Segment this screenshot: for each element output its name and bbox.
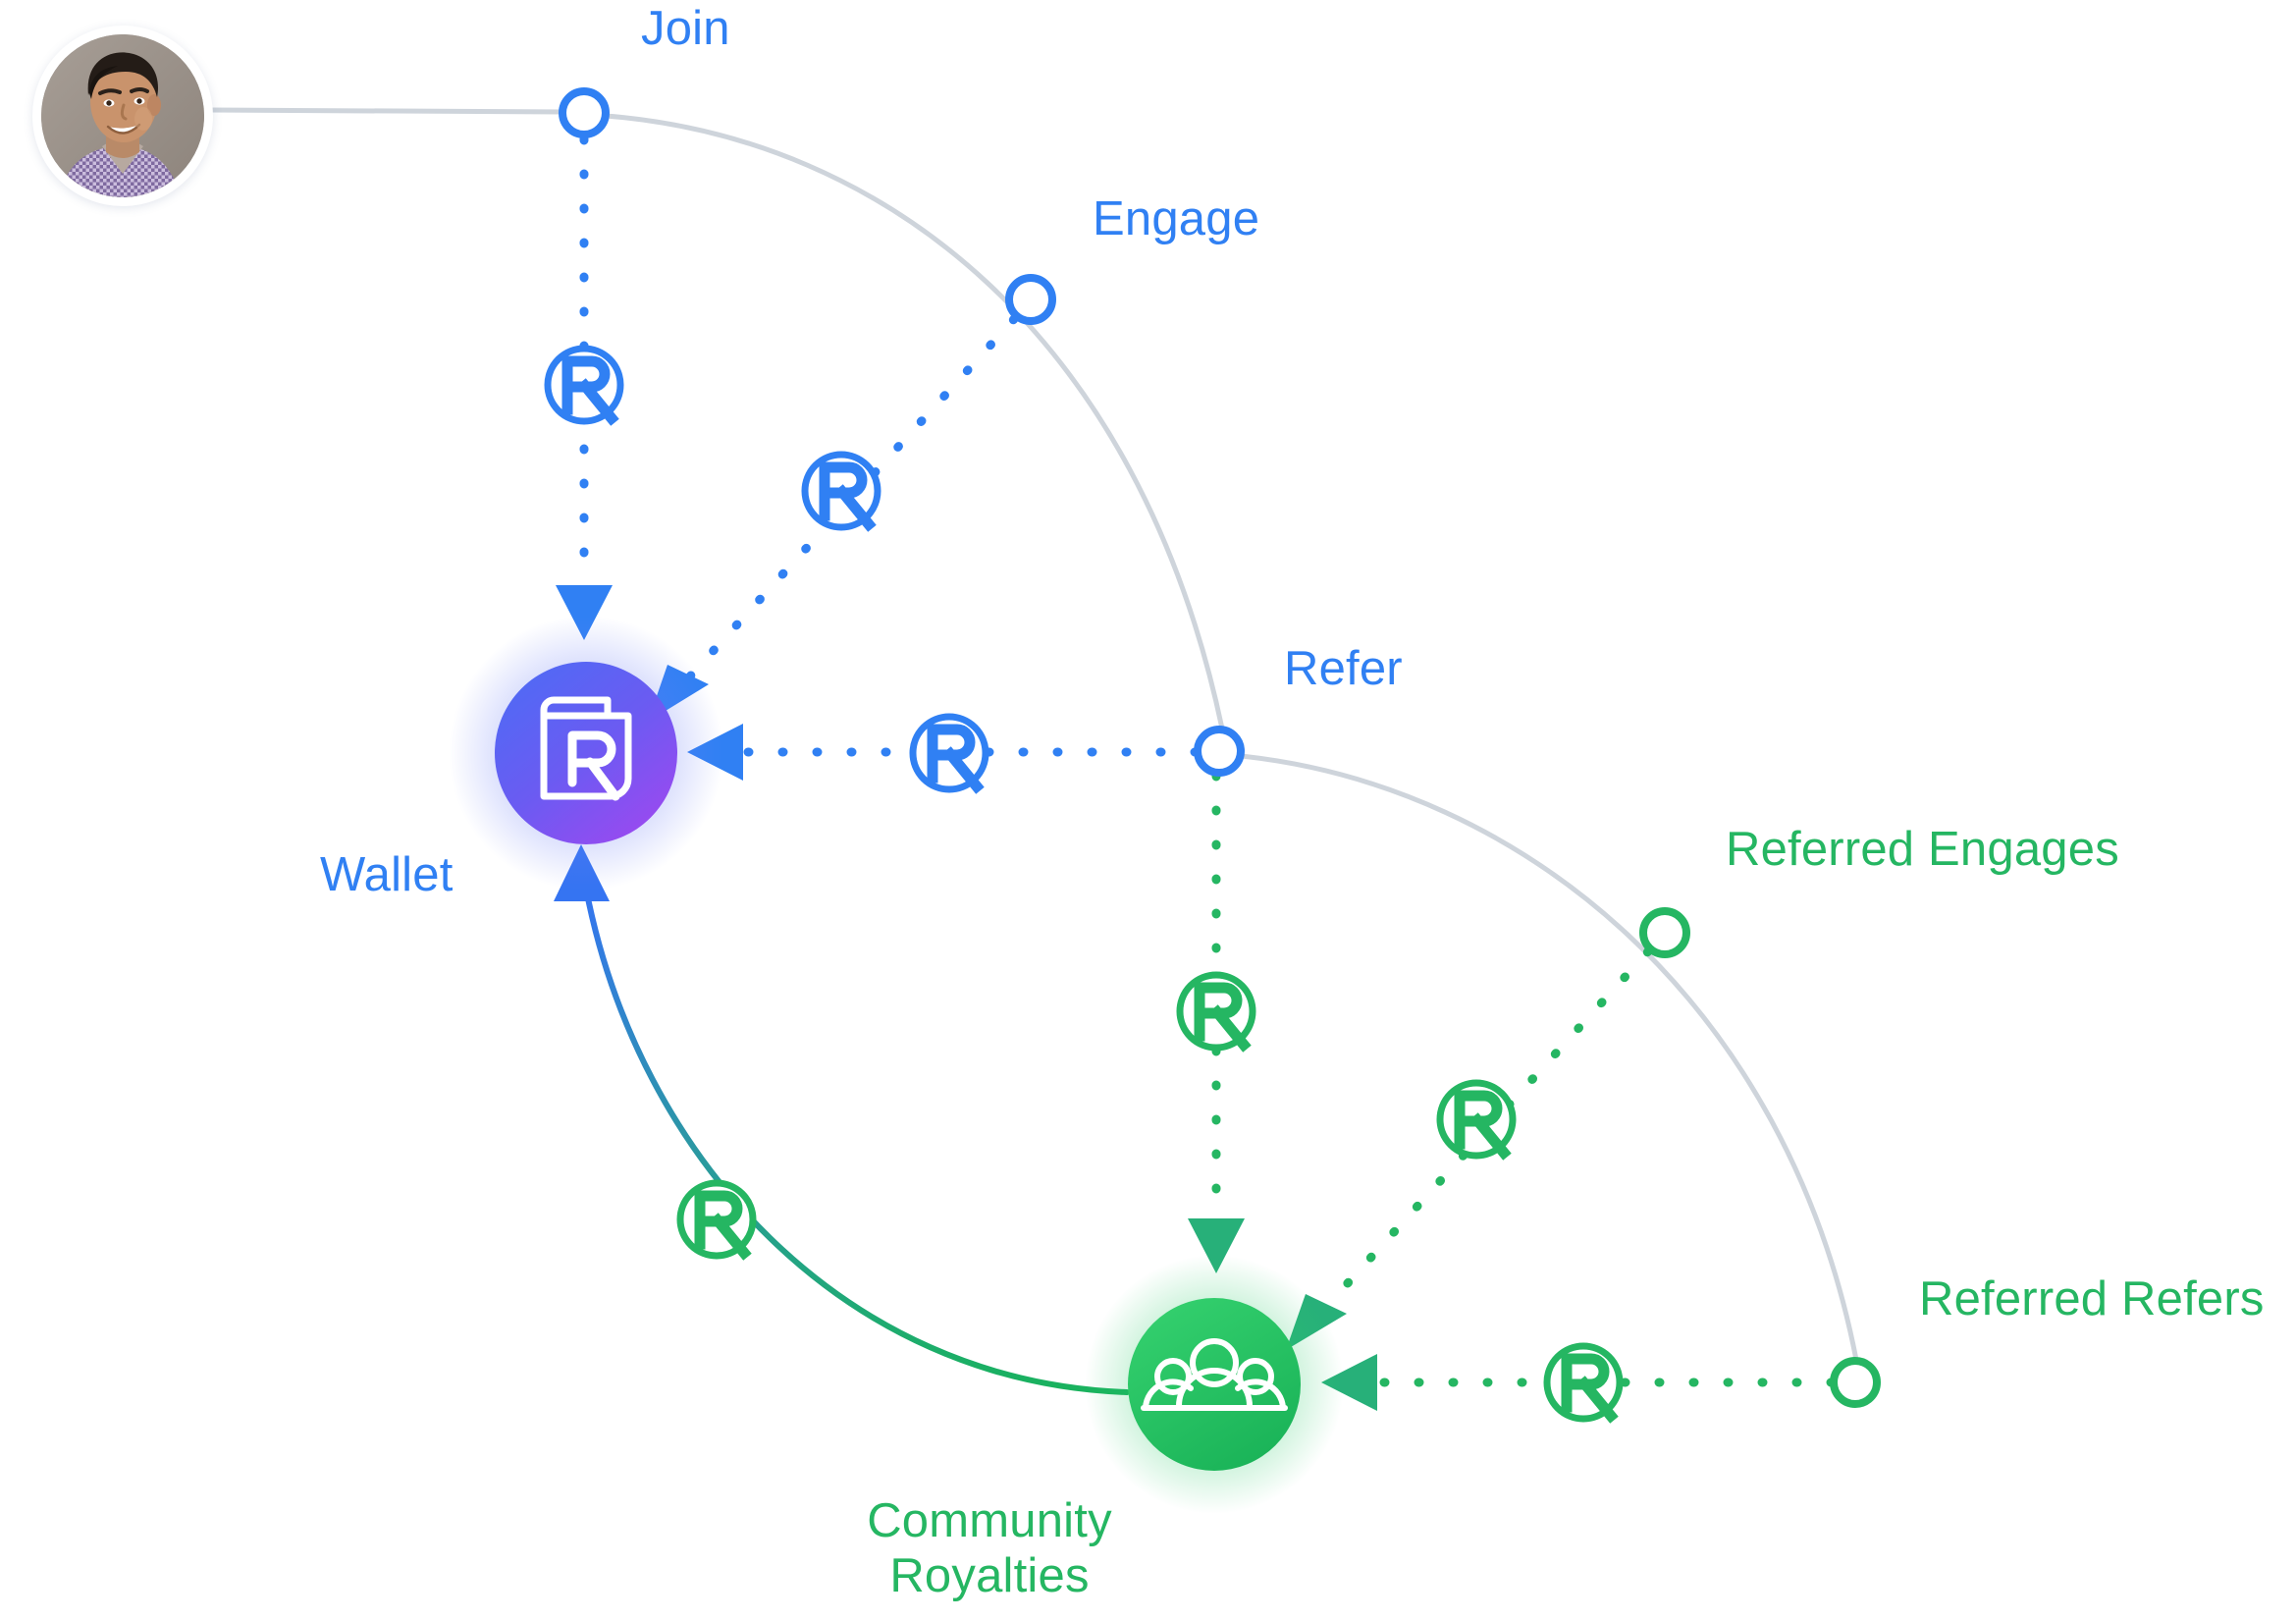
- label-refer: Refer: [1284, 642, 1403, 695]
- label-community-royalties-line2: Royalties: [889, 1548, 1090, 1602]
- node-wallet[interactable]: [449, 616, 723, 891]
- token-badge-engage: [801, 451, 881, 532]
- label-wallet: Wallet: [320, 848, 454, 901]
- label-community-royalties: Community Royalties: [823, 1494, 1156, 1604]
- node-referred-refers[interactable]: [1830, 1357, 1881, 1408]
- token-badge-refer: [909, 713, 989, 794]
- token-badge-join: [544, 345, 624, 426]
- label-join: Join: [641, 2, 730, 55]
- edge-community-wallet: [554, 844, 1130, 1395]
- label-referred-refers: Referred Refers: [1919, 1272, 2265, 1325]
- token-badge-refer-community: [1176, 971, 1256, 1053]
- avatar-photo: Smiling man in a purple checkered shirt: [41, 34, 204, 197]
- diagram-canvas: Smiling man in a purple checkered shirt: [0, 0, 2296, 1621]
- label-referred-engages: Referred Engages: [1726, 823, 2119, 876]
- token-badge-referred-engages: [1436, 1079, 1517, 1161]
- token-badge-royalties-wallet: [676, 1179, 757, 1261]
- edge-avatar-join: [205, 107, 565, 115]
- label-community-royalties-line1: Community: [867, 1494, 1112, 1547]
- node-refer[interactable]: [1194, 726, 1245, 777]
- node-referred-engages[interactable]: [1639, 907, 1690, 958]
- node-join[interactable]: [559, 87, 610, 138]
- node-engage[interactable]: [1005, 274, 1056, 325]
- avatar[interactable]: Smiling man in a purple checkered shirt: [32, 26, 213, 206]
- label-engage: Engage: [1093, 192, 1260, 245]
- node-community-royalties[interactable]: [1085, 1255, 1344, 1514]
- token-badge-referred-refers: [1543, 1342, 1624, 1424]
- avatar-image-clip: Smiling man in a purple checkered shirt: [41, 34, 204, 197]
